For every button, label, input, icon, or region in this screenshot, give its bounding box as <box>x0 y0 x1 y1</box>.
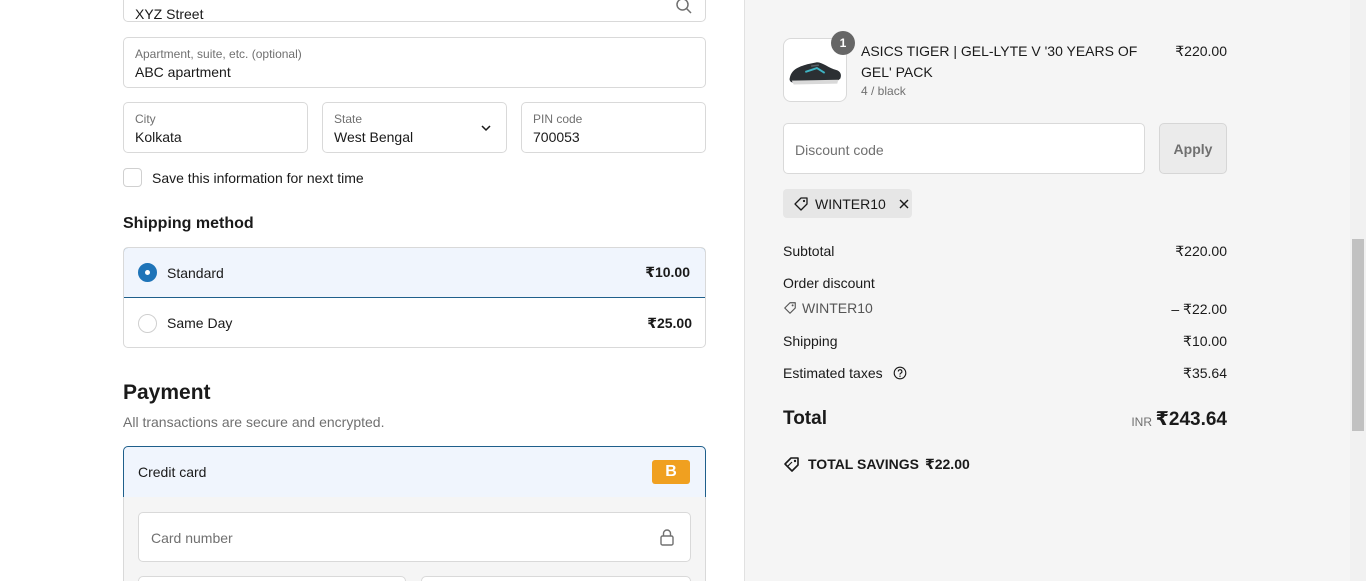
total-savings-row: TOTAL SAVINGS ₹22.00 <box>783 455 970 473</box>
expiration-field[interactable] <box>138 576 406 581</box>
pin-code-label: PIN code <box>533 112 583 126</box>
order-discount-code: WINTER10 <box>802 300 873 316</box>
save-info-checkbox[interactable] <box>123 168 142 187</box>
shipping-option-name: Same Day <box>167 315 233 331</box>
subtotal-value: ₹220.00 <box>1175 243 1227 259</box>
state-value: West Bengal <box>334 129 414 145</box>
lock-icon <box>660 529 674 546</box>
security-code-field[interactable] <box>421 576 691 581</box>
card-number-placeholder: Card number <box>151 530 233 546</box>
shipping-option-same-day[interactable]: Same Day ₹25.00 <box>124 298 705 347</box>
credit-card-option[interactable]: Credit card B <box>123 446 706 498</box>
order-discount-label: Order discount <box>783 275 875 291</box>
payment-subtitle: All transactions are secure and encrypte… <box>123 414 385 430</box>
total-value: ₹243.64 <box>1155 409 1227 430</box>
credit-card-label: Credit card <box>138 464 207 480</box>
standard-radio[interactable] <box>138 263 157 282</box>
applied-discount-code: WINTER10 <box>815 195 886 212</box>
card-number-field[interactable]: Card number <box>138 512 691 562</box>
subtotal-label: Subtotal <box>783 243 835 259</box>
applied-discount-chip: WINTER10 <box>783 189 912 218</box>
save-info-label[interactable]: Save this information for next time <box>152 170 364 186</box>
state-label: State <box>334 112 363 126</box>
pin-code-value: 700053 <box>533 129 580 145</box>
shipping-method-heading: Shipping method <box>123 215 254 232</box>
state-select[interactable]: State West Bengal <box>322 102 507 153</box>
product-name: ASICS TIGER | GEL-LYTE V '30 YEARS OF GE… <box>861 43 1138 80</box>
city-label: City <box>135 112 156 126</box>
order-discount-value: – ₹22.00 <box>1171 301 1227 317</box>
product-price: ₹220.00 <box>1175 43 1227 59</box>
help-icon[interactable] <box>893 366 907 380</box>
apartment-value: ABC apartment <box>135 64 231 80</box>
tag-icon <box>784 302 796 314</box>
scrollbar-thumb[interactable] <box>1352 239 1364 431</box>
payment-heading: Payment <box>123 381 211 404</box>
apply-discount-button[interactable]: Apply <box>1159 123 1227 174</box>
savings-tag-icon <box>784 457 799 472</box>
address-value: XYZ Street <box>135 6 204 22</box>
shipping-options: Standard ₹10.00 Same Day ₹25.00 <box>123 247 706 348</box>
quantity-badge: 1 <box>831 31 855 55</box>
total-savings-label: TOTAL SAVINGS <box>808 456 919 472</box>
address-field[interactable]: XYZ Street <box>123 0 706 22</box>
search-icon <box>676 0 692 14</box>
shipping-label: Shipping <box>783 333 838 349</box>
shipping-value: ₹10.00 <box>1183 333 1227 349</box>
estimated-taxes-value: ₹35.64 <box>1183 365 1227 381</box>
save-info-row: Save this information for next time <box>123 168 364 187</box>
close-icon[interactable] <box>898 198 910 210</box>
shipping-option-name: Standard <box>167 264 224 281</box>
discount-code-field[interactable]: Discount code <box>783 123 1145 174</box>
order-discount-code-row: WINTER10 <box>783 300 873 316</box>
apartment-label: Apartment, suite, etc. (optional) <box>135 47 302 61</box>
total-savings-value: ₹22.00 <box>924 455 970 472</box>
discount-code-placeholder: Discount code <box>795 142 884 158</box>
chevron-down-icon <box>481 125 491 132</box>
same-day-radio[interactable] <box>138 313 157 333</box>
total-label: Total <box>783 408 827 429</box>
city-value: Kolkata <box>135 129 182 145</box>
card-brand-badge: B <box>652 460 690 484</box>
shipping-option-price: ₹25.00 <box>647 314 692 331</box>
shipping-option-standard[interactable]: Standard ₹10.00 <box>124 248 705 298</box>
shipping-option-price: ₹10.00 <box>645 264 690 280</box>
pin-code-field[interactable]: PIN code 700053 <box>521 102 706 153</box>
estimated-taxes-row: Estimated taxes <box>783 365 907 381</box>
estimated-taxes-label: Estimated taxes <box>783 365 883 381</box>
city-field[interactable]: City Kolkata <box>123 102 308 153</box>
tag-icon <box>794 196 808 211</box>
product-variant: 4 / black <box>861 84 906 98</box>
apartment-field[interactable]: Apartment, suite, etc. (optional) ABC ap… <box>123 37 706 88</box>
